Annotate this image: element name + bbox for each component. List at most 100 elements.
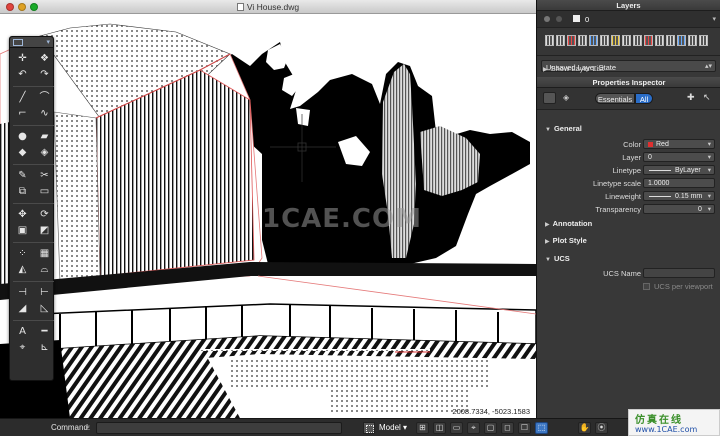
line-icon[interactable]: ╱	[13, 91, 32, 105]
chevron-down-icon: ▴▾	[704, 63, 712, 70]
current-layer-selector[interactable]: 0 ▾	[537, 11, 720, 28]
prop-value: 0	[648, 153, 652, 161]
measure-icon[interactable]: ⊾	[35, 341, 54, 355]
tool-separator	[13, 203, 54, 204]
array-icon[interactable]: ⁘	[13, 247, 32, 261]
scale-icon[interactable]: ▣	[13, 224, 32, 238]
layer-tool-icon[interactable]	[699, 35, 708, 46]
polyline-icon[interactable]: ⌐	[13, 107, 32, 121]
prop-field-linetype[interactable]: ByLayer ▾	[643, 165, 715, 175]
layer-tool-icon[interactable]	[666, 35, 675, 46]
layer-tool-icon[interactable]	[644, 35, 653, 46]
prop-field-color[interactable]: Red ▾	[643, 139, 715, 149]
command-history-icon[interactable]: ▸	[86, 423, 90, 431]
undo-icon[interactable]: ↶	[13, 68, 32, 82]
status-toggle-button[interactable]: ⊞	[416, 422, 429, 434]
layer-tool-icon[interactable]	[600, 35, 609, 46]
tab-essentials[interactable]: Essentials	[595, 93, 635, 104]
dimension-icon[interactable]: ━	[35, 325, 54, 339]
status-toggle-button[interactable]: ◫	[433, 422, 446, 434]
layer-tool-icon[interactable]	[556, 35, 565, 46]
layer-tool-icon[interactable]	[655, 35, 664, 46]
tab-all[interactable]: All	[635, 93, 653, 104]
prop-label: Linetype scale	[593, 179, 641, 188]
hatch-icon[interactable]: ◆	[13, 146, 32, 160]
offset-icon[interactable]: ◺	[35, 302, 54, 316]
prop-field-transparency[interactable]: 0 ▾	[643, 204, 715, 214]
quick-select-icon[interactable]: ✚	[687, 92, 695, 103]
layer-freeze-icon[interactable]	[556, 16, 562, 22]
extend-icon[interactable]: ⊣	[13, 286, 32, 300]
edit-icon[interactable]: ✎	[13, 169, 32, 183]
status-toggle-button[interactable]: ☐	[518, 422, 531, 434]
layer-tool-icon[interactable]	[688, 35, 697, 46]
erase-icon[interactable]: ▭	[35, 185, 54, 199]
trim-icon[interactable]: ✂	[35, 169, 54, 183]
ucs-per-viewport-checkbox[interactable]	[643, 283, 650, 290]
status-toggle-button[interactable]: ◻	[501, 422, 514, 434]
rotate-icon[interactable]: ⟳	[35, 208, 54, 222]
spline-icon[interactable]: ∿	[35, 107, 54, 121]
prop-field-lineweight[interactable]: 0.15 mm ▾	[643, 191, 715, 201]
status-toggle-button[interactable]: ▭	[450, 422, 463, 434]
status-toggle-button[interactable]: ⌖	[467, 422, 480, 434]
command-input[interactable]	[96, 422, 342, 434]
ucs-section-header[interactable]: ▼ UCS	[545, 254, 570, 263]
window-title: Vi House.dwg	[0, 2, 536, 12]
locate-icon[interactable]: ⌖	[13, 341, 32, 355]
chevron-down-icon[interactable]: ▾	[712, 15, 716, 23]
layer-visible-icon[interactable]	[544, 16, 550, 22]
cloud-icon[interactable]: ❖	[35, 52, 54, 66]
ucs-name-field[interactable]	[643, 268, 715, 278]
move-icon[interactable]: ✥	[13, 208, 32, 222]
layout-grid-icon[interactable]	[363, 422, 375, 434]
layer-tool-icon[interactable]	[633, 35, 642, 46]
show-layer-list-toggle[interactable]: ▶ Show Layer List	[543, 64, 604, 73]
fillet-icon[interactable]: ⌓	[35, 263, 54, 277]
model-tab-label: Model	[379, 423, 401, 432]
layer-stack-icon[interactable]: ◈	[563, 93, 569, 102]
mirror-icon[interactable]: ◩	[35, 224, 54, 238]
chamfer-icon[interactable]: ◢	[13, 302, 32, 316]
circle-icon[interactable]: ●	[13, 130, 32, 144]
general-section-header[interactable]: ▼ General	[545, 124, 582, 133]
tool-separator	[13, 164, 54, 165]
prop-field-linetype-scale[interactable]: 1.0000	[643, 178, 715, 188]
status-toggle-button[interactable]: ▢	[484, 422, 497, 434]
prop-label: Layer	[622, 153, 641, 162]
status-toggle-button[interactable]: ⬚	[535, 422, 548, 434]
point-icon[interactable]: ✛	[13, 52, 32, 66]
prop-label: Color	[623, 140, 641, 149]
line-sample	[649, 196, 671, 197]
layer-tool-icon[interactable]	[578, 35, 587, 46]
site-logo: 仿真在线 www.1CAE.com	[628, 409, 720, 436]
pan-button[interactable]: ✋	[578, 422, 591, 434]
prop-field-layer[interactable]: 0 ▾	[643, 152, 715, 162]
drawing-canvas[interactable]: 1CAE.COM 2008.7334, -5023.1583	[0, 14, 536, 418]
select-objects-icon[interactable]: ↖	[703, 92, 711, 103]
tool-palette-header[interactable]: ▾	[10, 37, 53, 48]
layer-tool-icon[interactable]	[611, 35, 620, 46]
layer-tool-icon[interactable]	[545, 35, 554, 46]
redo-icon[interactable]: ↷	[35, 68, 54, 82]
chevron-down-icon[interactable]: ▾	[46, 38, 50, 46]
plot-style-section-header[interactable]: ▶ Plot Style	[545, 236, 587, 245]
annotation-section-header[interactable]: ▶ Annotation	[545, 219, 592, 228]
rectangle-icon[interactable]: ▰	[35, 130, 54, 144]
model-tab[interactable]: Model ▾	[379, 423, 407, 432]
layer-tool-icon[interactable]	[677, 35, 686, 46]
layer-tool-icon[interactable]	[622, 35, 631, 46]
orbit-button[interactable]: ⦿	[595, 422, 608, 434]
layer-tool-icon[interactable]	[567, 35, 576, 46]
arc-icon[interactable]: ⌒	[35, 91, 54, 105]
grid-array-icon[interactable]: ▦	[35, 247, 54, 261]
break-icon[interactable]: ⊢	[35, 286, 54, 300]
stretch-icon[interactable]: ◭	[13, 263, 32, 277]
document-icon	[236, 3, 244, 11]
object-icon[interactable]	[543, 92, 556, 104]
copy-icon[interactable]: ⧉	[13, 185, 32, 199]
layer-tool-icon[interactable]	[589, 35, 598, 46]
gradient-icon[interactable]: ◈	[35, 146, 54, 160]
plot-style-section-title: Plot Style	[552, 236, 587, 245]
text-icon[interactable]: A	[13, 325, 32, 339]
